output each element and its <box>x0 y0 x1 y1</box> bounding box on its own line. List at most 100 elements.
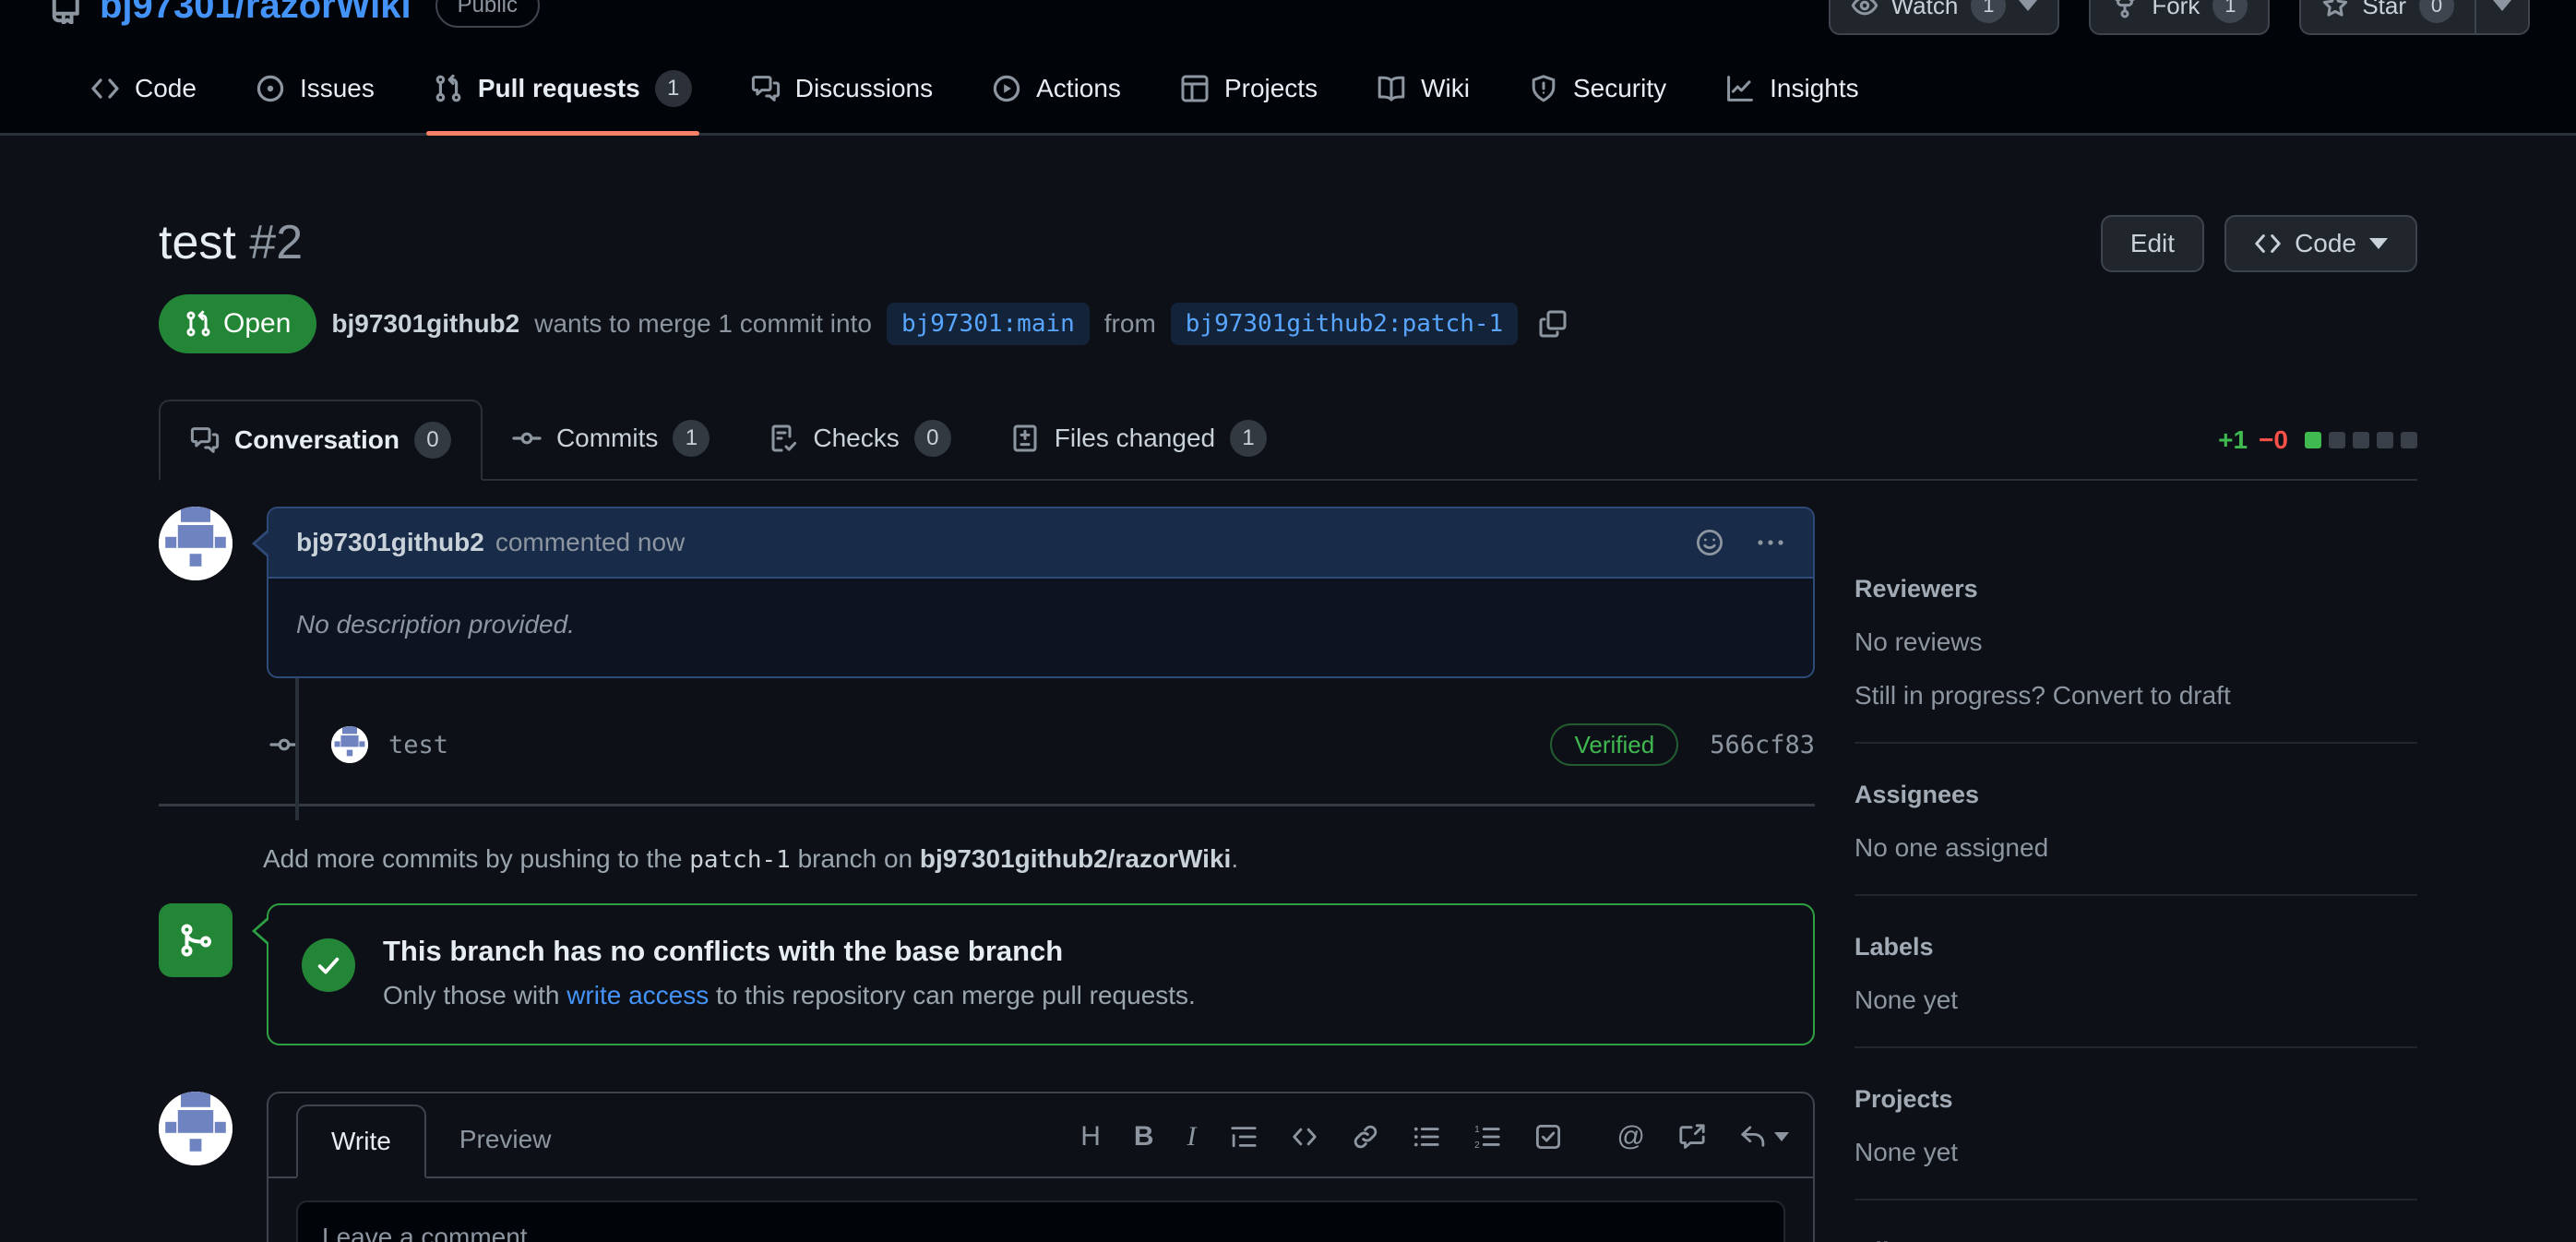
quote-icon[interactable] <box>1230 1123 1258 1151</box>
labels-empty-text: None yet <box>1854 985 2417 1015</box>
tab-preview[interactable]: Preview <box>426 1103 585 1176</box>
commit-message-link[interactable]: test <box>388 731 448 759</box>
verified-badge[interactable]: Verified <box>1550 723 1678 766</box>
nav-tab-pull-requests[interactable]: Pull requests 1 <box>404 44 722 133</box>
git-commit-icon <box>263 730 305 759</box>
sidebar-section-reviewers: Reviewers No reviews Still in progress? … <box>1854 540 2417 744</box>
copy-icon[interactable] <box>1538 309 1568 339</box>
list-ordered-icon[interactable]: 12 <box>1473 1123 1501 1151</box>
repo-actions: Watch 1 Fork 1 Star 0 <box>1829 0 2530 35</box>
nav-tab-issues[interactable]: Issues <box>226 44 404 133</box>
nav-tab-insights[interactable]: Insights <box>1696 44 1889 133</box>
comment-discussion-icon <box>190 425 220 455</box>
star-dropdown-button[interactable] <box>2475 0 2528 33</box>
nav-tab-wiki[interactable]: Wiki <box>1347 44 1499 133</box>
heading-icon[interactable]: H <box>1080 1121 1101 1152</box>
svg-text:2: 2 <box>1474 1140 1480 1151</box>
labels-heading[interactable]: Labels <box>1854 933 2417 961</box>
checklist-icon <box>769 424 798 453</box>
repo-nav: Code Issues Pull requests 1 Discussions … <box>46 44 2530 133</box>
chevron-down-icon <box>2493 0 2511 11</box>
pr-byline: Open bj97301github2 wants to merge 1 com… <box>159 294 2417 353</box>
list-unordered-icon[interactable] <box>1413 1123 1440 1151</box>
code-icon <box>2254 230 2282 257</box>
code-icon <box>90 74 120 103</box>
editor-toolbar: H B I 12 @ <box>1080 1121 1789 1176</box>
link-icon[interactable] <box>1352 1123 1379 1151</box>
convert-to-draft-link[interactable]: Still in progress? Convert to draft <box>1854 681 2417 711</box>
push-hint: Add more commits by pushing to the patch… <box>159 843 1815 876</box>
comment-author-link[interactable]: bj97301github2 <box>296 528 484 557</box>
cross-reference-icon[interactable] <box>1678 1123 1706 1151</box>
editor-header: Write Preview H B I <box>268 1093 1813 1178</box>
nav-tab-security[interactable]: Security <box>1499 44 1696 133</box>
avatar[interactable] <box>159 507 233 580</box>
sidebar-section-labels: Labels None yet <box>1854 896 2417 1048</box>
tasklist-icon[interactable] <box>1534 1123 1562 1151</box>
diffstat-block <box>2401 432 2417 448</box>
deletions-count: −0 <box>2259 425 2288 455</box>
fork-button[interactable]: Fork 1 <box>2089 0 2270 35</box>
italic-icon[interactable]: I <box>1187 1121 1197 1152</box>
commit-sha-link[interactable]: 566cf83 <box>1710 731 1815 759</box>
assignees-heading[interactable]: Assignees <box>1854 781 2417 809</box>
pr-number: #2 <box>249 216 303 269</box>
nav-tab-discussions[interactable]: Discussions <box>722 44 962 133</box>
files-changed-count-badge: 1 <box>1230 420 1267 457</box>
comment-body: No description provided. <box>268 579 1813 676</box>
sidebar-section-assignees: Assignees No one assigned <box>1854 744 2417 896</box>
nav-tab-projects[interactable]: Projects <box>1151 44 1347 133</box>
repo-name-link[interactable]: bj97301/razorWiki <box>100 0 411 27</box>
code-icon[interactable] <box>1291 1123 1318 1151</box>
diffstat-block <box>2305 432 2321 448</box>
comment-editor: Write Preview H B I <box>267 1092 1815 1242</box>
tab-commits[interactable]: Commits 1 <box>483 398 739 479</box>
current-user-avatar[interactable] <box>159 1092 233 1165</box>
star-button[interactable]: Star 0 <box>2301 0 2475 33</box>
git-pull-request-icon <box>434 74 463 103</box>
watch-label: Watch <box>1891 0 1959 20</box>
tab-checks[interactable]: Checks 0 <box>739 398 980 479</box>
chevron-down-icon <box>2019 0 2037 11</box>
sidebar-section-milestone: Milestone No milestone <box>1854 1200 2417 1242</box>
pull-requests-count-badge: 1 <box>655 70 692 107</box>
code-dropdown-button[interactable]: Code <box>2224 215 2417 272</box>
github-pull-request-page: bj97301/razorWiki Public Watch 1 Fork 1 <box>0 0 2576 1242</box>
tab-files-changed[interactable]: Files changed 1 <box>981 398 1296 479</box>
diffstat-block <box>2377 432 2393 448</box>
shield-icon <box>1529 74 1558 103</box>
bold-icon[interactable]: B <box>1134 1121 1154 1152</box>
pr-author-link[interactable]: bj97301github2 <box>331 309 519 339</box>
tab-conversation[interactable]: Conversation 0 <box>159 400 483 481</box>
comment-textarea[interactable] <box>296 1200 1785 1242</box>
star-count: 0 <box>2419 0 2454 23</box>
reviewers-heading[interactable]: Reviewers <box>1854 575 2417 603</box>
commit-author-avatar[interactable] <box>331 726 368 763</box>
projects-heading[interactable]: Projects <box>1854 1085 2417 1114</box>
sidebar-section-projects: Projects None yet <box>1854 1048 2417 1200</box>
tab-write[interactable]: Write <box>296 1105 426 1178</box>
commit-row: test Verified 566cf83 <box>159 708 1815 782</box>
star-label: Star <box>2362 0 2406 20</box>
write-access-link[interactable]: write access <box>566 981 709 1009</box>
pr-description-comment: bj97301github2 commented now No descript… <box>267 507 1815 678</box>
watch-button[interactable]: Watch 1 <box>1829 0 2060 35</box>
table-icon <box>1180 74 1210 103</box>
star-icon <box>2321 0 2349 19</box>
smiley-icon[interactable] <box>1695 528 1724 557</box>
head-branch-chip: bj97301github2:patch-1 <box>1171 303 1518 345</box>
branch-name: patch-1 <box>689 846 791 874</box>
saved-replies-button[interactable] <box>1739 1123 1789 1151</box>
graph-icon <box>1725 74 1755 103</box>
mention-icon[interactable]: @ <box>1617 1121 1645 1152</box>
repo-header: bj97301/razorWiki Public Watch 1 Fork 1 <box>0 0 2576 136</box>
git-pull-request-icon <box>185 310 212 338</box>
milestone-heading[interactable]: Milestone <box>1854 1237 2417 1242</box>
issue-opened-icon <box>256 74 285 103</box>
svg-text:1: 1 <box>1474 1125 1480 1135</box>
nav-tab-actions[interactable]: Actions <box>962 44 1151 133</box>
nav-tab-code[interactable]: Code <box>61 44 226 133</box>
kebab-menu-icon[interactable] <box>1756 528 1785 557</box>
diffstat: +1 −0 <box>2218 425 2417 479</box>
edit-button[interactable]: Edit <box>2101 215 2204 272</box>
